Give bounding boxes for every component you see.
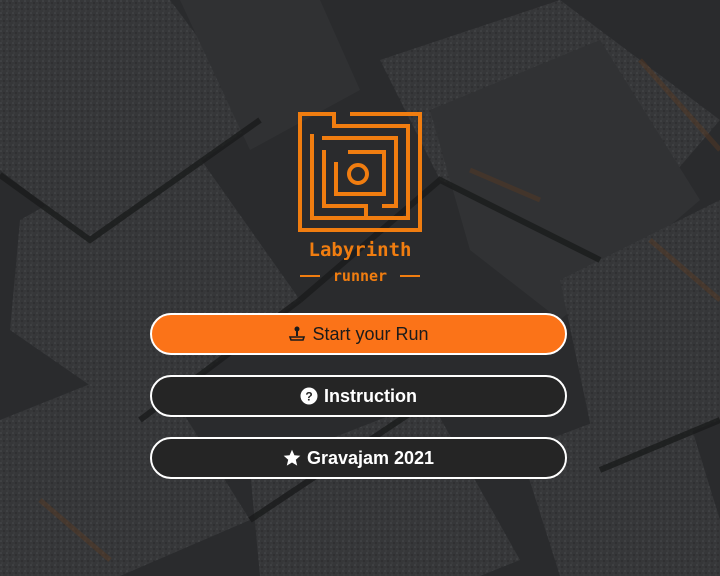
background-stone-texture: [0, 0, 720, 576]
logo-title: Labyrinth: [309, 239, 412, 261]
question-circle-icon: ?: [300, 387, 318, 405]
instruction-button[interactable]: ? Instruction: [150, 375, 567, 417]
logo-subtitle: runner: [333, 267, 387, 285]
gravajam-label: Gravajam 2021: [306, 447, 435, 468]
joystick-icon: [288, 325, 306, 343]
start-run-button[interactable]: Start your Run: [150, 313, 567, 355]
start-run-label: Start your Run: [312, 323, 429, 344]
star-icon: [283, 449, 301, 467]
svg-text:?: ?: [305, 390, 312, 404]
labyrinth-runner-logo: Labyrinth runner: [298, 112, 422, 285]
gravajam-button[interactable]: Gravajam 2021: [150, 437, 567, 479]
instruction-label: Instruction: [324, 385, 417, 406]
